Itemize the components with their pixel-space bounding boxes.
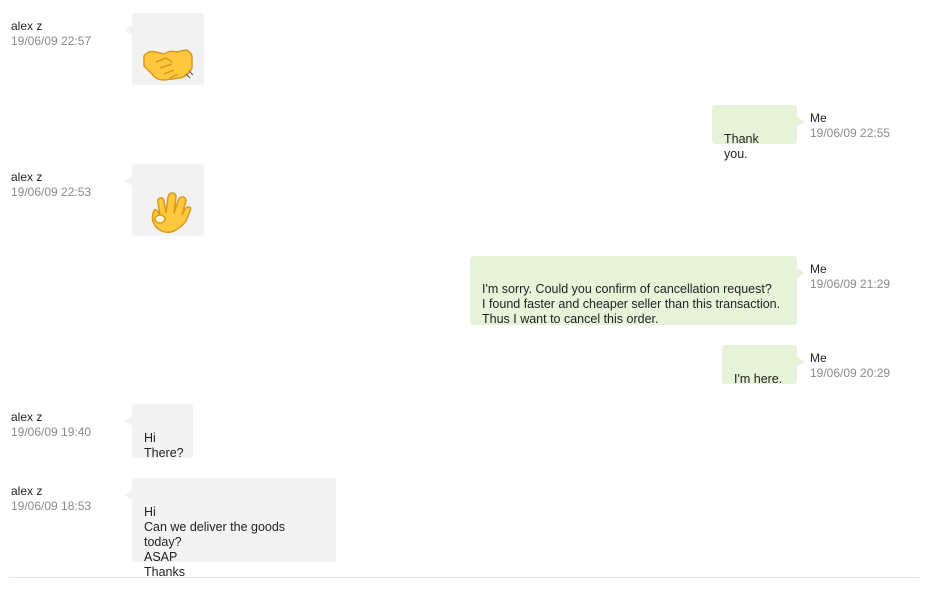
- message-text: I'm here.: [734, 372, 783, 386]
- message-meta: alex z 19/06/09 18:53: [11, 484, 91, 514]
- message-meta: Me 19/06/09 22:55: [810, 111, 890, 141]
- sender-name: Me: [810, 351, 827, 365]
- message-bubble-outgoing: Thank you.: [712, 105, 805, 161]
- sender-name: alex z: [11, 410, 43, 424]
- timestamp: 19/06/09 22:57: [11, 34, 92, 48]
- message-bubble-outgoing: I'm sorry. Could you confirm of cancella…: [470, 256, 805, 326]
- timestamp: 19/06/09 20:29: [810, 366, 891, 380]
- message-bubble-incoming: [124, 164, 204, 236]
- timestamp: 19/06/09 19:40: [11, 425, 92, 439]
- sender-name: alex z: [11, 19, 43, 33]
- timestamp: 19/06/09 18:53: [11, 499, 92, 513]
- timestamp: 19/06/09 21:29: [810, 277, 891, 291]
- message-meta: alex z 19/06/09 22:57: [11, 19, 91, 49]
- chat-thread: alex z 19/06/09 22:57 Thank you. Me 19/0…: [0, 0, 929, 589]
- sender-name: alex z: [11, 484, 43, 498]
- divider: [10, 577, 919, 578]
- message-bubble-incoming: Hi Can we deliver the goods today? ASAP …: [124, 478, 336, 579]
- message-meta: Me 19/06/09 21:29: [810, 262, 890, 292]
- message-meta: alex z 19/06/09 19:40: [11, 410, 91, 440]
- handshake-icon: [143, 49, 194, 81]
- message-text: I'm sorry. Could you confirm of cancella…: [482, 282, 781, 326]
- message-text: Thank you.: [724, 132, 759, 161]
- message-text: Hi Can we deliver the goods today? ASAP …: [144, 505, 286, 579]
- message-text: Hi There?: [144, 431, 184, 460]
- ok-hand-icon: [151, 192, 192, 234]
- sender-name: Me: [810, 262, 827, 276]
- message-meta: Me 19/06/09 20:29: [810, 351, 890, 381]
- message-bubble-outgoing: I'm here.: [722, 345, 805, 386]
- timestamp: 19/06/09 22:53: [11, 185, 92, 199]
- sender-name: Me: [810, 111, 827, 125]
- timestamp: 19/06/09 22:55: [810, 126, 891, 140]
- message-bubble-incoming: Hi There?: [124, 404, 193, 460]
- sender-name: alex z: [11, 170, 43, 184]
- message-meta: alex z 19/06/09 22:53: [11, 170, 91, 200]
- message-bubble-incoming: [124, 13, 204, 85]
